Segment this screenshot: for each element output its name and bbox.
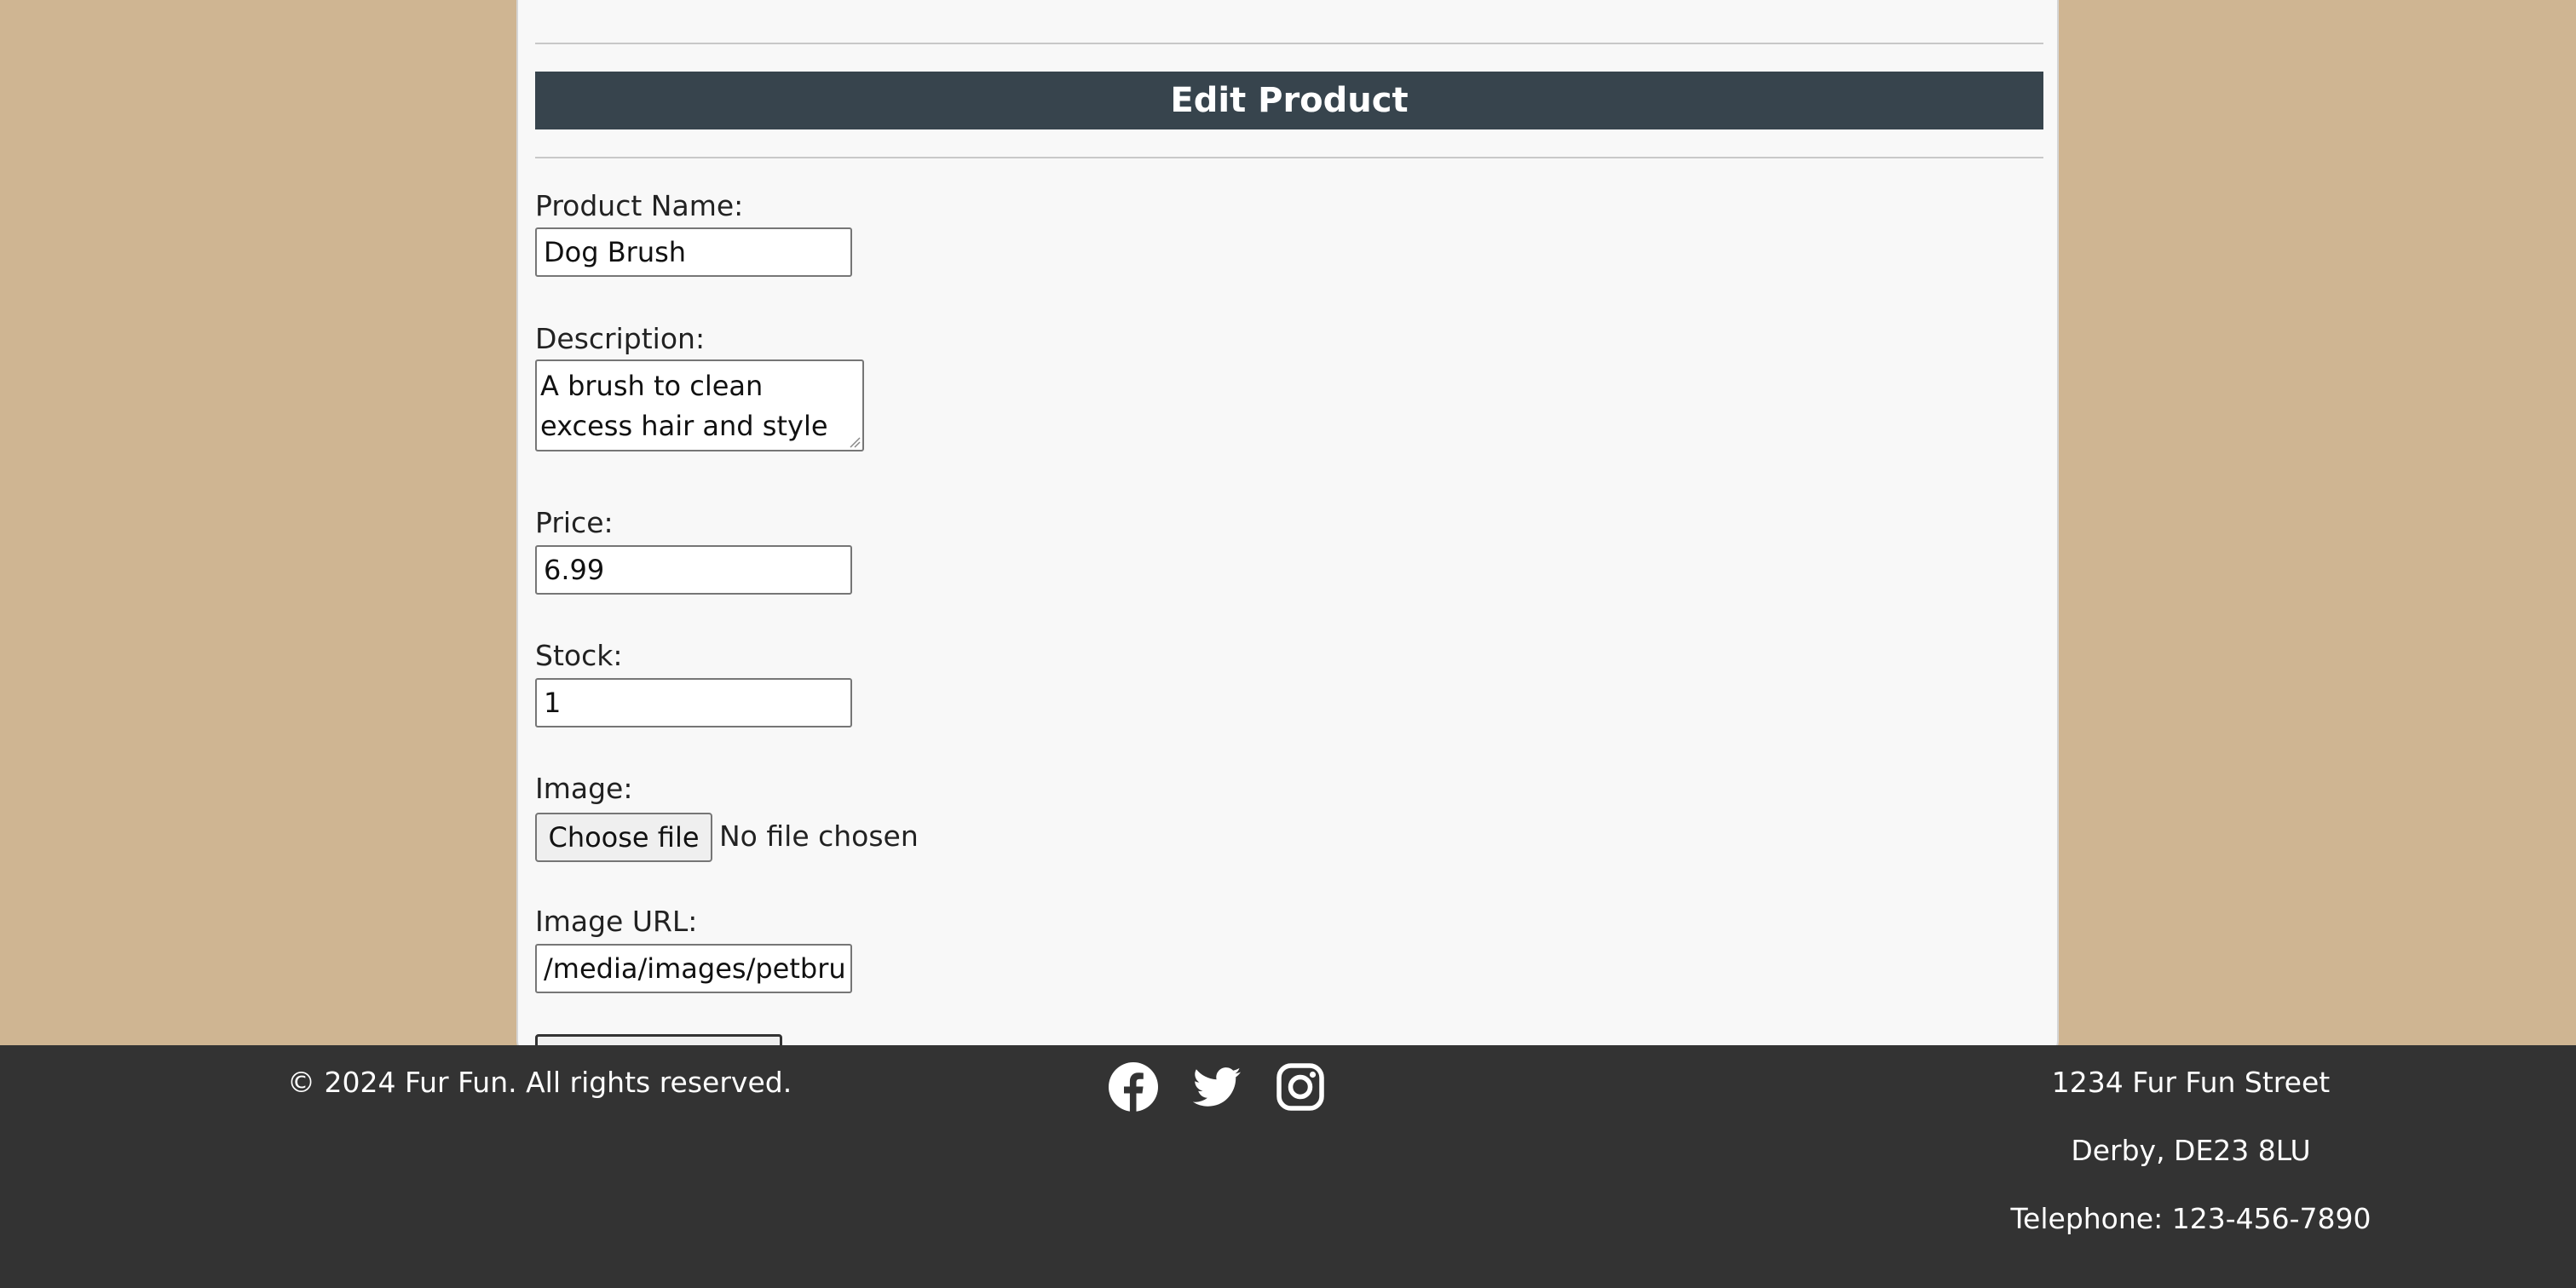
price-label: Price: <box>535 506 614 539</box>
facebook-icon[interactable] <box>1108 1061 1159 1113</box>
choose-file-button[interactable]: Choose file <box>535 813 712 862</box>
image-url-label: Image URL: <box>535 905 698 938</box>
top-divider <box>535 43 2043 44</box>
address-street: 1234 Fur Fun Street <box>2051 1066 2331 1099</box>
telephone-text: Telephone: 123-456-7890 <box>2010 1202 2371 1235</box>
product-name-label: Product Name: <box>535 189 744 222</box>
page-title: Edit Product <box>535 72 2043 129</box>
product-name-input[interactable]: Dog Brush <box>535 227 852 277</box>
copyright-text: © 2024 Fur Fun. All rights reserved. <box>287 1066 792 1099</box>
image-label: Image: <box>535 772 633 805</box>
stock-input[interactable]: 1 <box>535 678 852 727</box>
description-textarea[interactable]: A brush to clean excess hair and style p… <box>535 359 864 451</box>
description-label: Description: <box>535 322 706 355</box>
address-city: Derby, DE23 8LU <box>2071 1134 2311 1167</box>
file-status-text: No file chosen <box>719 819 919 853</box>
description-text: A brush to clean excess hair and style p… <box>540 370 828 442</box>
resize-grip-icon[interactable] <box>849 436 861 448</box>
instagram-icon[interactable] <box>1275 1061 1326 1113</box>
image-url-input[interactable]: /media/images/petbru <box>535 944 852 993</box>
edit-product-card: Edit Product Product Name: Dog Brush Des… <box>516 0 2059 1085</box>
twitter-icon[interactable] <box>1191 1061 1242 1113</box>
price-input[interactable]: 6.99 <box>535 545 852 595</box>
title-divider <box>535 157 2043 158</box>
page: Edit Product Product Name: Dog Brush Des… <box>0 0 2576 1288</box>
stock-label: Stock: <box>535 639 623 672</box>
site-footer: © 2024 Fur Fun. All rights reserved. 123… <box>0 1045 2576 1288</box>
